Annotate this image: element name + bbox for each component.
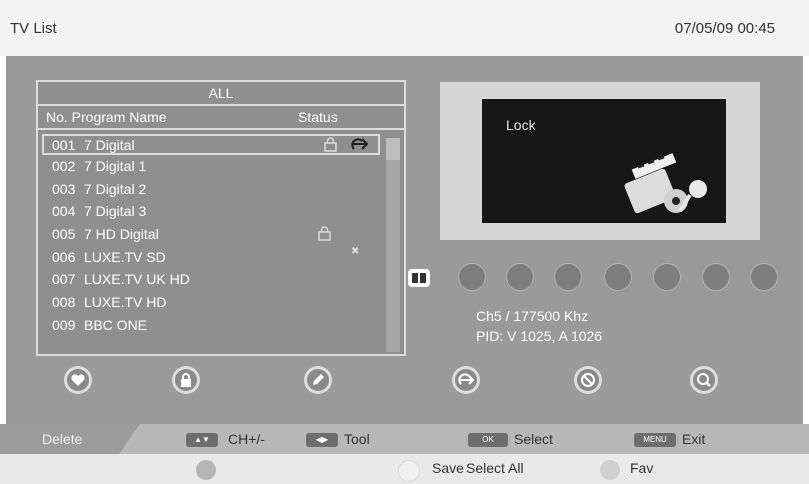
exit-hint: Exit: [682, 431, 706, 447]
channel-name: LUXE.TV UK HD: [84, 271, 190, 288]
channel-frequency: Ch5 / 177500 Khz: [476, 308, 589, 324]
red-key-icon[interactable]: [196, 460, 216, 480]
header-program-name: No. Program Name: [46, 109, 167, 125]
table-row-005[interactable]: 005 7 HD Digital: [38, 223, 382, 246]
favorite-button[interactable]: [64, 366, 92, 394]
movie-icon[interactable]: [604, 263, 632, 291]
channel-name: 7 HD Digital: [84, 226, 159, 243]
list-header: No. Program Name Status: [38, 106, 404, 130]
menu-key-icon: MENU: [634, 433, 676, 447]
favorite-icon: [67, 369, 89, 391]
delete-button[interactable]: [574, 366, 602, 394]
channel-number: 009: [52, 316, 76, 333]
globe-icon[interactable]: [506, 263, 534, 291]
lock-button[interactable]: [172, 366, 200, 394]
channel-name: 7 Digital: [84, 137, 135, 153]
table-row-003[interactable]: 003 7 Digital 2: [38, 178, 382, 201]
tool-hint: Tool: [344, 431, 370, 447]
scrollbar-thumb[interactable]: [386, 138, 400, 160]
delete-hint[interactable]: Delete: [0, 424, 140, 454]
date-time: 07/05/09 00:45: [674, 20, 775, 37]
channel-number: 002: [52, 158, 76, 174]
yellow-key-icon[interactable]: [600, 460, 620, 480]
channel-number: 008: [52, 294, 76, 311]
lock-icon: [318, 226, 331, 245]
channel-number: 005: [52, 226, 76, 243]
skip-icon: [350, 137, 370, 156]
find-button[interactable]: [690, 366, 718, 394]
list-group-title: ALL: [38, 82, 404, 106]
channel-name: 7 Digital 2: [84, 180, 147, 197]
list-rows: 001 7 Digital 002 7 Digital 1 003 7 Digi…: [38, 132, 382, 337]
sports-icon[interactable]: [653, 263, 681, 291]
rename-icon: [307, 369, 329, 391]
table-row-004[interactable]: 004 7 Digital 3: [38, 200, 382, 223]
rename-button[interactable]: [304, 366, 332, 394]
skip-button[interactable]: [452, 366, 480, 394]
channel-name: LUXE.TV HD: [84, 294, 167, 311]
header-status: Status: [298, 109, 338, 125]
channel-number: 004: [52, 203, 76, 220]
all-icon[interactable]: [408, 269, 430, 287]
window-title: TV List: [10, 20, 57, 37]
find-icon: [693, 369, 715, 391]
skip-icon: [455, 369, 477, 391]
channel-name: 7 Digital 3: [84, 203, 147, 220]
channel-name: LUXE.TV SD: [84, 248, 166, 265]
select-all-hint: Select All: [466, 460, 524, 476]
channel-name: 7 Digital 1: [84, 158, 147, 174]
lock-icon: [324, 137, 337, 156]
delete-label: Delete: [42, 431, 83, 447]
lock-icon: [175, 369, 197, 391]
channel-number: 001: [52, 137, 76, 153]
fav-hint: Fav: [630, 460, 654, 476]
channel-pid: PID: V 1025, A 1026: [476, 328, 603, 344]
table-row-009[interactable]: 009 BBC ONE: [38, 314, 382, 337]
main-panel: ALL No. Program Name Status 001 7 Digita…: [6, 56, 803, 424]
news-icon[interactable]: [458, 263, 486, 291]
left-right-key-icon: ◀▶: [306, 433, 338, 447]
up-down-key-icon: ▲▼: [186, 433, 218, 447]
select-hint: Select: [514, 431, 553, 447]
list-scrollbar[interactable]: [386, 138, 400, 352]
table-row-006[interactable]: 006 LUXE.TV SD ✖: [38, 246, 382, 269]
ok-key-icon: OK: [468, 433, 508, 447]
channel-name: BBC ONE: [84, 316, 148, 333]
color-key-bar: Save Select All Fav: [0, 454, 809, 484]
table-row-008[interactable]: 008 LUXE.TV HD: [38, 291, 382, 314]
music-icon[interactable]: [554, 263, 582, 291]
kids-icon[interactable]: [702, 263, 730, 291]
delete-icon: [577, 369, 599, 391]
table-row-007[interactable]: 007 LUXE.TV UK HD: [38, 268, 382, 291]
table-row-001[interactable]: 001 7 Digital: [42, 134, 380, 155]
preview-screen: Lock: [482, 99, 726, 223]
help-bar: Delete ▲▼ CH+/- ◀▶ Tool OK Select MENU E…: [0, 424, 809, 454]
preview-message: Lock: [506, 117, 536, 133]
channel-number: 003: [52, 180, 76, 197]
save-hint: Save: [432, 460, 464, 476]
channel-number: 006: [52, 248, 76, 265]
delete-icon: ✖: [351, 245, 360, 257]
ch-hint: CH+/-: [228, 431, 265, 447]
preview-frame: Lock: [440, 82, 760, 240]
clapperboard-icon: [624, 153, 707, 214]
table-row-002[interactable]: 002 7 Digital 1: [38, 155, 382, 178]
green-key-icon[interactable]: [398, 460, 420, 482]
channel-number: 007: [52, 271, 76, 288]
channel-list: ALL No. Program Name Status 001 7 Digita…: [36, 80, 406, 356]
title-bar: TV List 07/05/09 00:45: [0, 0, 809, 56]
people-icon[interactable]: [750, 263, 778, 291]
